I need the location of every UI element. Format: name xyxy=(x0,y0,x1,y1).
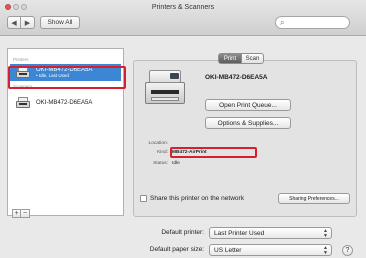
default-paper-label: Default paper size: xyxy=(149,246,204,253)
share-printer-checkbox[interactable] xyxy=(140,195,147,202)
printer-image xyxy=(145,70,185,104)
selected-printer-highlight xyxy=(8,66,126,89)
tab-scan[interactable]: Scan xyxy=(242,53,264,64)
options-supplies-button[interactable]: Options & Supplies... xyxy=(205,117,291,129)
printer-icon xyxy=(15,96,31,109)
add-remove-controls: + − xyxy=(12,209,30,218)
tab-print[interactable]: Print xyxy=(218,53,242,64)
default-printer-select[interactable]: Last Printer Used ▲ ▼ xyxy=(209,227,332,239)
sharing-preferences-button[interactable]: Sharing Preferences... xyxy=(278,193,350,204)
location-label: Location: xyxy=(148,141,168,146)
search-field[interactable]: ⌕ xyxy=(275,16,350,29)
show-all-button[interactable]: Show All xyxy=(40,16,80,29)
search-icon: ⌕ xyxy=(280,18,285,27)
default-printer-label: Default printer: xyxy=(161,229,204,236)
default-paper-select[interactable]: US Letter ▲ ▼ xyxy=(209,244,332,256)
kind-label: Kind: xyxy=(157,150,168,155)
printers-group-header: Printers xyxy=(13,57,29,62)
print-scan-tabs: Print Scan xyxy=(218,53,264,64)
printers-scanners-window: Printers & Scanners ◀ ▶ Show All ⌕ Print… xyxy=(0,0,366,258)
back-button[interactable]: ◀ xyxy=(7,16,21,29)
share-printer-label: Share this printer on the network xyxy=(150,195,244,202)
default-printer-value: Last Printer Used xyxy=(214,229,265,237)
forward-button[interactable]: ▶ xyxy=(21,16,35,29)
add-printer-button[interactable]: + xyxy=(12,209,21,218)
default-paper-value: US Letter xyxy=(214,246,242,254)
remove-printer-button[interactable]: − xyxy=(21,209,30,218)
title-bar: Printers & Scanners ◀ ▶ Show All ⌕ xyxy=(0,0,366,36)
help-button[interactable]: ? xyxy=(342,245,353,256)
chevron-updown-icon: ▲ ▼ xyxy=(323,245,328,256)
status-value: Idle xyxy=(172,161,180,166)
window-title: Printers & Scanners xyxy=(151,4,215,11)
scanner-list-item[interactable]: OKI-MB472-D6EA5A xyxy=(10,94,121,111)
printer-title: OKI-MB472-D6EA5A xyxy=(205,74,268,81)
open-print-queue-button[interactable]: Open Print Queue... xyxy=(205,99,291,111)
scanner-name: OKI-MB472-D6EA5A xyxy=(36,99,93,106)
chevron-updown-icon: ▲ ▼ xyxy=(323,228,328,239)
status-label: Status: xyxy=(153,161,168,166)
kind-highlight xyxy=(170,147,257,158)
